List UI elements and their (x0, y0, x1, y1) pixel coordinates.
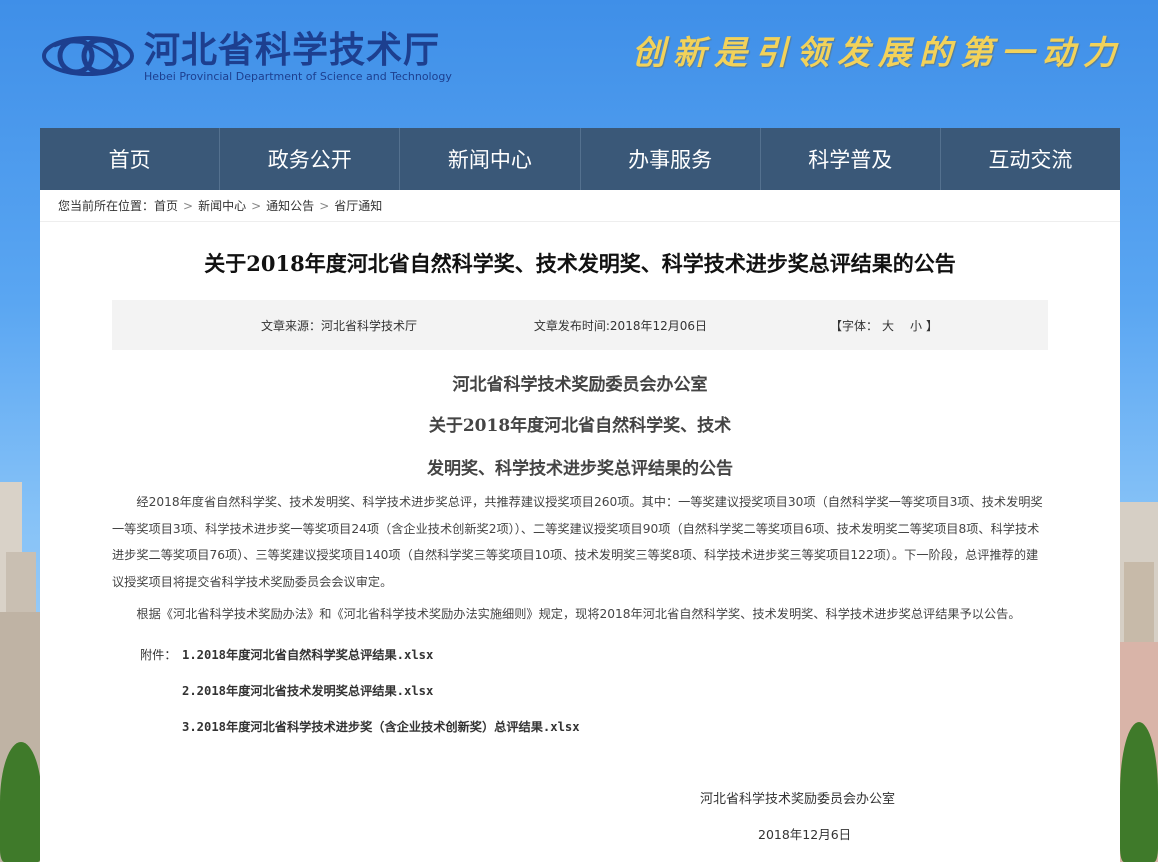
org-name-cn: 河北省科学技术厅 (144, 28, 441, 70)
attachment-link-1[interactable]: 1.2018年度河北省自然科学奖总评结果.xlsx (182, 637, 433, 673)
nav-item-government-affairs[interactable]: 政务公开 (220, 128, 401, 190)
site-logo[interactable]: 河北省科学技术厅 Hebei Provincial Department of … (40, 28, 452, 84)
heading-line-1: 河北省科学技术奖励委员会办公室 (452, 375, 708, 395)
article-meta: 文章来源：河北省科学技术厅 文章发布时间:2018年12月06日 【字体： 大 小】 (112, 300, 1048, 350)
breadcrumb-prefix: 您当前所在位置： (58, 199, 155, 213)
nav-item-home[interactable]: 首页 (40, 128, 221, 190)
body-paragraph-2: 根据《河北省科学技术奖励办法》和《河北省科学技术奖励办法实施细则》规定，现将20… (136, 607, 1021, 621)
breadcrumb: 您当前所在位置： 首页 > 新闻中心 > 通知公告 > 省厅通知 (40, 190, 1120, 222)
hebei-science-logo-icon (42, 36, 134, 76)
breadcrumb-news-center[interactable]: 新闻中心 (198, 197, 246, 214)
nav-item-science-popularization[interactable]: 科学普及 (761, 128, 941, 190)
nav-item-services[interactable]: 办事服务 (581, 128, 761, 190)
article-source: 文章来源：河北省科学技术厅 (260, 318, 417, 333)
signature-date: 2018年12月6日 (758, 827, 852, 842)
attachment-link-2[interactable]: 2.2018年度河北省技术发明奖总评结果.xlsx (182, 673, 433, 709)
article-title: 关于2018年度河北省自然科学奖、技术发明奖、科学技术进步奖总评结果的公告 (204, 251, 956, 276)
font-size-controls: 【字体： 大 小】 (707, 317, 1048, 334)
breadcrumb-dept-notices[interactable]: 省厅通知 (334, 197, 382, 214)
breadcrumb-home[interactable]: 首页 (154, 197, 178, 214)
nav-item-interaction[interactable]: 互动交流 (941, 128, 1120, 190)
attachments-label: 附件： (140, 647, 177, 662)
font-large-button[interactable]: 大 (882, 319, 894, 333)
header-slogan: 创新是引领发展的第一动力 (632, 33, 1124, 72)
font-close: 】 (925, 318, 938, 333)
main-content: 您当前所在位置： 首页 > 新闻中心 > 通知公告 > 省厅通知 关于2018年… (40, 190, 1120, 862)
body-paragraph-1: 经2018年度省自然科学奖、技术发明奖、科学技术进步奖总评，共推荐建议授奖项目2… (112, 495, 1043, 589)
nav-item-news-center[interactable]: 新闻中心 (400, 128, 581, 190)
breadcrumb-notices[interactable]: 通知公告 (266, 197, 314, 214)
scenery-left (0, 462, 42, 862)
signature: 河北省科学技术奖励委员会办公室 (700, 792, 896, 807)
scenery-right (1120, 462, 1158, 862)
main-nav: 首页 政务公开 新闻中心 办事服务 科学普及 互动交流 (40, 128, 1120, 190)
font-small-button[interactable]: 小 (910, 319, 922, 333)
heading-line-2: 关于2018年度河北省自然科学奖、技术 (428, 416, 732, 436)
attachments: 附件： 1.2018年度河北省自然科学奖总评结果.xlsx 2.2018年度河北… (112, 637, 1120, 745)
font-label: 【字体： (829, 318, 878, 333)
article-date: 文章发布时间:2018年12月06日 (533, 318, 707, 333)
chevron-right-icon: > (319, 198, 330, 213)
org-name-en: Hebei Provincial Department of Science a… (144, 69, 452, 83)
chevron-right-icon: > (183, 198, 194, 213)
chevron-right-icon: > (251, 198, 262, 213)
site-header: 河北省科学技术厅 Hebei Provincial Department of … (0, 0, 1158, 128)
attachment-link-3[interactable]: 3.2018年度河北省科学技术进步奖（含企业技术创新奖）总评结果.xlsx (182, 709, 580, 745)
heading-line-3: 发明奖、科学技术进步奖总评结果的公告 (427, 459, 733, 479)
